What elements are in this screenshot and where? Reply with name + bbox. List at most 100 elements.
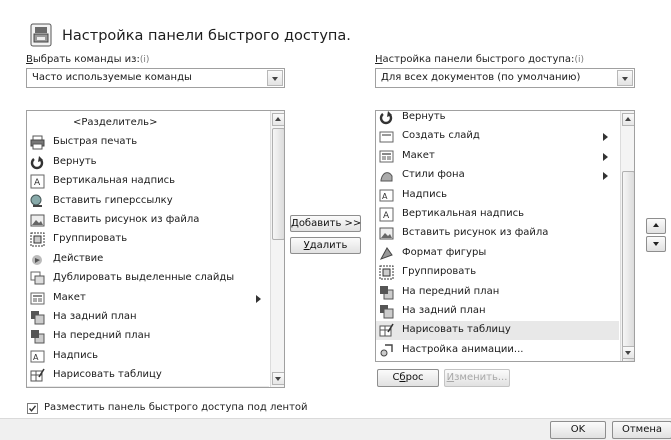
list-item-label: На задний план (53, 311, 137, 322)
list-item[interactable]: Быстрая печать (27, 133, 269, 152)
group-icon (30, 232, 45, 247)
background-styles-icon (379, 168, 394, 183)
svg-text:A: A (383, 211, 390, 221)
scroll-down-button[interactable] (272, 372, 285, 385)
redo-icon (379, 110, 394, 125)
cancel-button[interactable]: Отмена (612, 421, 671, 439)
toolbar-commands-list[interactable]: Вернуть Создать слайд Макет Стили фона A Надп… (375, 110, 635, 362)
submenu-arrow-icon (603, 133, 608, 141)
textbox-icon: A (30, 349, 45, 364)
list-item-label: Надпись (402, 189, 447, 200)
list-item[interactable]: Группировать (27, 230, 269, 249)
chevron-down-icon[interactable] (617, 70, 633, 86)
list-item[interactable]: Группировать (376, 263, 619, 282)
vertical-scrollbar[interactable] (620, 111, 635, 361)
chevron-down-icon[interactable] (267, 70, 283, 86)
svg-text:A: A (33, 353, 39, 362)
list-item-label: Настройка анимации... (402, 344, 523, 355)
scroll-thumb[interactable] (272, 128, 285, 240)
list-item-label: Нарисовать таблицу (402, 324, 511, 335)
list-item[interactable]: Вставить рисунок из файла (27, 211, 269, 230)
list-item[interactable]: Макет (27, 289, 269, 308)
list-item[interactable]: Создать слайд (376, 127, 619, 146)
choose-commands-combo[interactable]: Часто используемые команды (26, 68, 285, 88)
customize-for-combo[interactable]: Для всех документов (по умолчанию) (375, 68, 635, 88)
scroll-down-button[interactable] (622, 346, 635, 359)
help-icon[interactable]: (i) (140, 55, 150, 65)
list-item[interactable]: Действие (27, 250, 269, 269)
add-button[interactable]: Добавить >> (290, 215, 361, 232)
list-item-label: Формат фигуры (402, 247, 486, 258)
list-item-label: На передний план (53, 330, 150, 341)
remove-button[interactable]: Удалить (290, 237, 361, 254)
modify-button[interactable]: Изменить... (444, 369, 510, 387)
list-item[interactable]: На задний план (376, 302, 619, 321)
list-item[interactable]: Нарисовать таблицу (27, 366, 269, 385)
list-item-label: Действие (53, 253, 103, 264)
list-item[interactable]: На передний план (376, 283, 619, 302)
list-item[interactable]: Показ слайдов с начала (376, 360, 619, 362)
list-item[interactable]: Вернуть (27, 153, 269, 172)
list-item-label: Макет (53, 292, 86, 303)
list-item[interactable]: Вставить гиперссылку (27, 192, 269, 211)
move-down-button[interactable] (646, 236, 666, 252)
list-item-label: Вернуть (402, 111, 446, 122)
list-item[interactable]: Вставить рисунок из файла (376, 224, 619, 243)
printer-icon (30, 135, 45, 150)
layout-icon (379, 149, 394, 164)
list-item-label: Создать слайд (402, 130, 480, 141)
bring-front-icon (379, 285, 394, 300)
list-item-label: Вставить гиперссылку (53, 195, 173, 206)
scroll-up-button[interactable] (272, 113, 285, 126)
hyperlink-icon (30, 194, 45, 209)
customize-for-value: Для всех документов (по умолчанию) (381, 72, 580, 83)
scroll-up-button[interactable] (622, 113, 635, 126)
vertical-scrollbar[interactable] (270, 111, 285, 387)
animation-icon (379, 343, 394, 358)
quick-access-toolbar-icon (30, 23, 52, 47)
list-item[interactable]: A Вертикальная надпись (27, 172, 269, 191)
bring-front-icon (30, 329, 45, 344)
list-item[interactable]: Стили фона (376, 166, 619, 185)
group-icon (379, 265, 394, 280)
vertical-text-icon: A (30, 174, 45, 189)
new-slide-icon (379, 129, 394, 144)
list-item-label: Вставить рисунок из файла (53, 214, 199, 225)
list-item-label: Группировать (53, 233, 127, 244)
action-icon (30, 252, 45, 267)
list-item[interactable]: Дублировать выделенные слайды (27, 269, 269, 288)
list-item[interactable]: На передний план (27, 327, 269, 346)
help-icon[interactable]: (i) (574, 55, 584, 65)
list-item[interactable]: Макет (376, 147, 619, 166)
send-back-icon (379, 304, 394, 319)
list-item[interactable]: AВертикальная надпись (376, 205, 619, 224)
list-item[interactable]: Нарисовать таблицу (376, 321, 619, 340)
list-item[interactable]: Формат фигуры (376, 244, 619, 263)
place-below-ribbon-checkbox[interactable] (27, 403, 38, 414)
choose-commands-value: Часто используемые команды (32, 72, 192, 83)
list-item[interactable]: <Разделитель> (27, 114, 269, 133)
list-item[interactable]: Вернуть (376, 110, 619, 127)
list-item-label: Нарисовать таблицу (53, 369, 162, 380)
list-item[interactable]: Настройка анимации... (376, 341, 619, 360)
list-item-label: Макет (402, 150, 435, 161)
choose-commands-label: Выбрать команды из:(i) (26, 54, 149, 65)
list-item-label: Вертикальная надпись (53, 175, 175, 186)
svg-text:A: A (382, 192, 388, 201)
list-item[interactable]: AНадпись (27, 347, 269, 366)
list-item-label: Быстрая печать (53, 136, 137, 147)
list-item[interactable]: На задний план (27, 308, 269, 327)
list-item[interactable]: Настройка анимации... (27, 386, 269, 388)
dialog-title: Настройка панели быстрого доступа. (62, 28, 351, 44)
ok-button[interactable]: OK (550, 421, 606, 439)
move-up-button[interactable] (646, 218, 666, 234)
send-back-icon (30, 310, 45, 325)
list-item[interactable]: A Надпись (376, 186, 619, 205)
list-item-label: Дублировать выделенные слайды (53, 272, 234, 283)
available-commands-list[interactable]: <Разделитель> Быстрая печать Вернуть A Верти… (26, 110, 285, 388)
checkmark-icon (28, 404, 37, 413)
reset-button[interactable]: Сброс (377, 369, 439, 387)
list-item-label: Вставить рисунок из файла (402, 227, 548, 238)
scroll-thumb[interactable] (622, 171, 635, 362)
submenu-arrow-icon (603, 172, 608, 180)
